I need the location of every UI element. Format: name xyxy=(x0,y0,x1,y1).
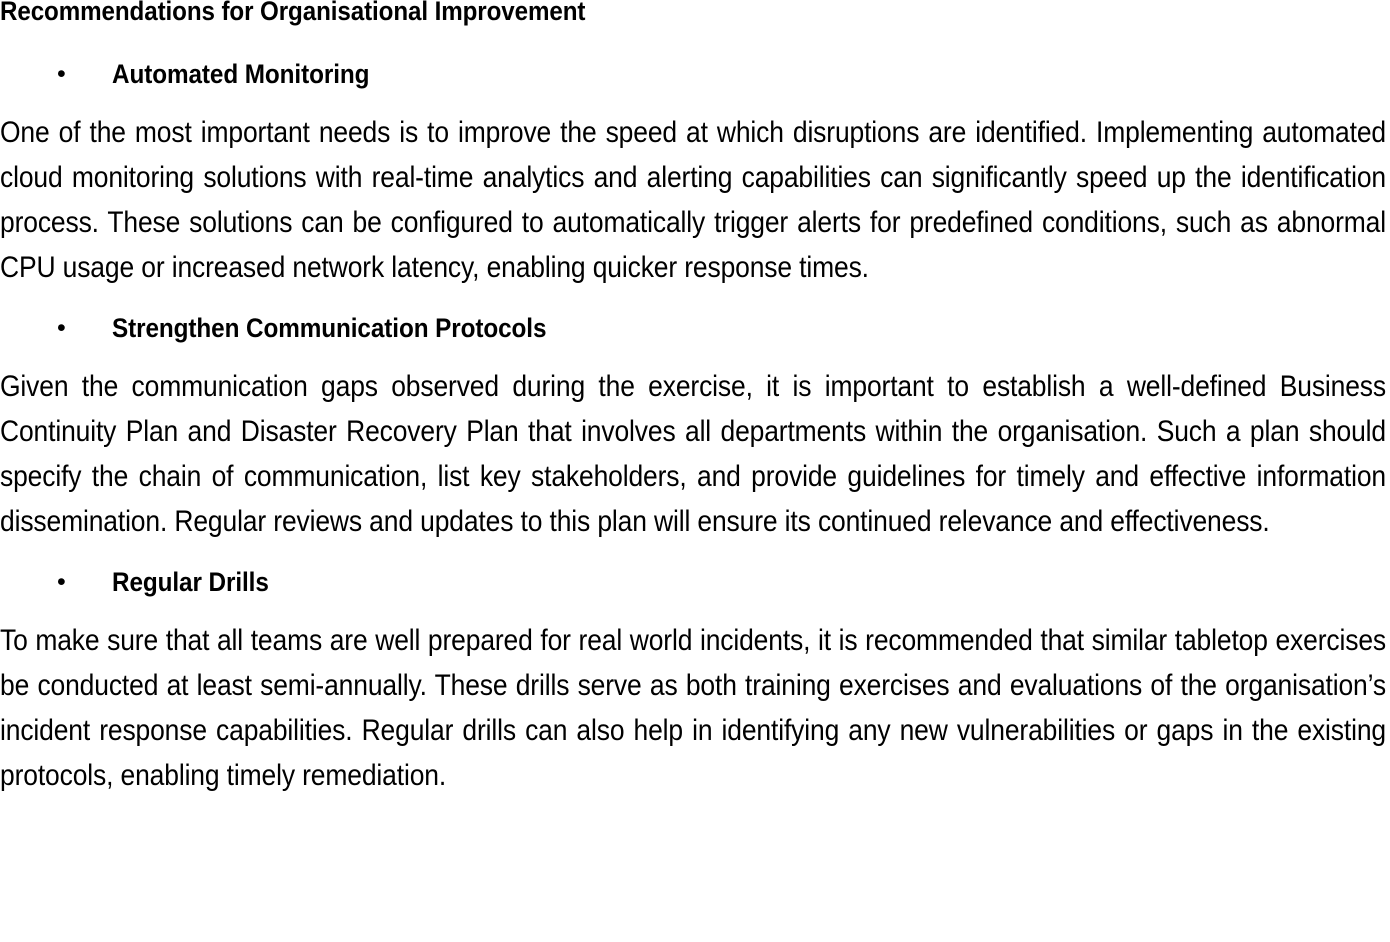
body-paragraph-strengthen-communication-protocols: Given the communication gaps observed du… xyxy=(0,370,1386,538)
body-paragraph-regular-drills: To make sure that all teams are well pre… xyxy=(0,624,1386,792)
bullet-point-icon: • xyxy=(57,314,66,342)
document-page: Recommendations for Organisational Impro… xyxy=(0,0,1390,942)
bullet-item-regular-drills: • Regular Drills xyxy=(0,560,1390,605)
bullet-item-strengthen-communication-protocols: • Strengthen Communication Protocols xyxy=(0,306,1390,351)
bullet-point-icon: • xyxy=(57,60,66,88)
page-title: Recommendations for Organisational Impro… xyxy=(0,0,586,26)
bullet-label: Automated Monitoring xyxy=(112,59,370,89)
body-paragraph-automated-monitoring: One of the most important needs is to im… xyxy=(0,116,1386,284)
bullet-label: Strengthen Communication Protocols xyxy=(112,313,547,343)
bullet-label: Regular Drills xyxy=(112,567,269,597)
bullet-point-icon: • xyxy=(57,568,66,596)
bullet-item-automated-monitoring: • Automated Monitoring xyxy=(0,52,1390,97)
